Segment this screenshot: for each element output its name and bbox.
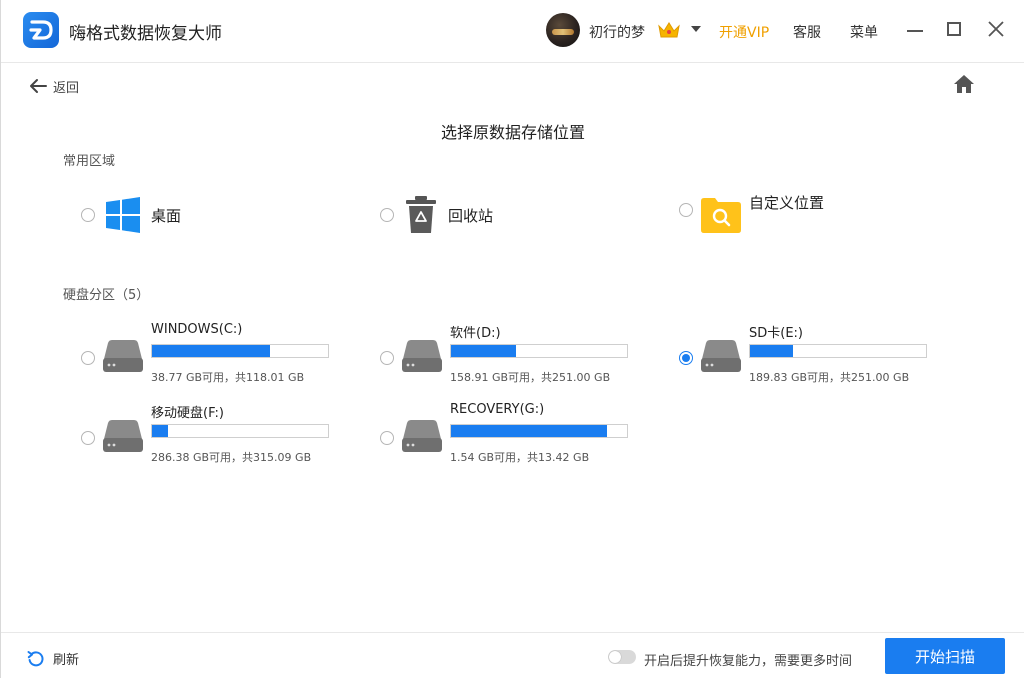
arrow-left-icon xyxy=(30,79,47,93)
drive-usage-fill xyxy=(152,345,271,357)
menu-link[interactable]: 菜单 xyxy=(850,22,878,42)
drive-radio[interactable] xyxy=(380,351,394,365)
drive-radio[interactable] xyxy=(380,431,394,445)
app-title: 嗨格式数据恢复大师 xyxy=(69,24,222,44)
drive-usage-fill xyxy=(451,425,607,437)
drives-section-label: 硬盘分区（5） xyxy=(63,288,150,303)
drive-name: RECOVERY(G:) xyxy=(450,402,545,417)
drive-usage-bar xyxy=(450,344,628,358)
hard-drive-icon xyxy=(701,340,741,372)
drive-capacity: 286.38 GB可用，共315.09 GB xyxy=(151,451,312,464)
drive-item[interactable]: 软件(D:) 158.91 GB可用，共251.00 GB xyxy=(380,322,640,384)
chevron-down-icon[interactable] xyxy=(691,26,701,32)
drive-name: SD卡(E:) xyxy=(749,326,803,341)
toggle-label: 开启后提升恢复能力，需要更多时间 xyxy=(644,654,853,669)
drive-usage-bar xyxy=(151,424,329,438)
close-icon[interactable] xyxy=(987,20,1005,38)
drive-usage-fill xyxy=(152,425,169,437)
location-desktop[interactable]: 桌面 xyxy=(81,195,181,235)
crown-icon xyxy=(658,22,680,38)
service-link[interactable]: 客服 xyxy=(793,22,821,42)
location-label: 桌面 xyxy=(151,206,182,225)
hard-drive-icon xyxy=(103,340,143,372)
radio-recycle-bin[interactable] xyxy=(380,208,394,222)
drive-name: 移动硬盘(F:) xyxy=(151,406,224,421)
windows-icon xyxy=(106,197,140,233)
drive-item[interactable]: WINDOWS(C:) 38.77 GB可用，共118.01 GB xyxy=(81,322,341,384)
title-bar: 嗨格式数据恢复大师 初行的梦 开通VIP 客服 菜单 xyxy=(1,0,1024,63)
location-label: 自定义位置 xyxy=(749,193,825,212)
vip-link[interactable]: 开通VIP xyxy=(719,22,769,42)
drive-name: 软件(D:) xyxy=(450,326,501,341)
minimize-icon[interactable] xyxy=(907,30,923,32)
drive-capacity: 158.91 GB可用，共251.00 GB xyxy=(450,371,611,384)
recycle-bin-icon xyxy=(406,196,436,233)
drive-name: WINDOWS(C:) xyxy=(151,322,243,337)
back-button[interactable]: 返回 xyxy=(29,76,79,96)
folder-search-icon xyxy=(701,198,741,233)
common-section-label: 常用区域 xyxy=(63,154,116,169)
page-title: 选择原数据存储位置 xyxy=(440,123,585,142)
drive-radio[interactable] xyxy=(81,351,95,365)
app-window: 嗨格式数据恢复大师 初行的梦 开通VIP 客服 菜单 返回 选择原数据存储位置 … xyxy=(0,0,1024,679)
start-scan-button[interactable]: 开始扫描 xyxy=(885,638,1005,674)
drive-usage-bar xyxy=(749,344,927,358)
drive-capacity: 1.54 GB可用，共13.42 GB xyxy=(450,451,590,464)
refresh-icon xyxy=(27,650,44,666)
hard-drive-icon xyxy=(402,340,442,372)
refresh-label: 刷新 xyxy=(53,653,80,668)
drive-item[interactable]: RECOVERY(G:) 1.54 GB可用，共13.42 GB xyxy=(380,402,640,464)
avatar[interactable] xyxy=(546,13,580,47)
bottom-bar: 刷新 开启后提升恢复能力，需要更多时间 开始扫描 xyxy=(1,632,1024,679)
refresh-button[interactable]: 刷新 xyxy=(27,649,79,668)
drive-usage-bar xyxy=(450,424,628,438)
app-logo-icon xyxy=(23,12,59,48)
drive-capacity: 189.83 GB可用，共251.00 GB xyxy=(749,371,910,384)
back-label: 返回 xyxy=(53,80,80,96)
drive-item[interactable]: SD卡(E:) 189.83 GB可用，共251.00 GB xyxy=(679,322,939,384)
location-custom[interactable]: 自定义位置 xyxy=(679,190,825,233)
hard-drive-icon xyxy=(402,420,442,452)
hard-drive-icon xyxy=(103,420,143,452)
drive-item[interactable]: 移动硬盘(F:) 286.38 GB可用，共315.09 GB xyxy=(81,402,341,464)
drive-capacity: 38.77 GB可用，共118.01 GB xyxy=(151,371,305,384)
username[interactable]: 初行的梦 xyxy=(589,22,645,42)
drive-usage-bar xyxy=(151,344,329,358)
drive-usage-fill xyxy=(451,345,516,357)
maximize-icon[interactable] xyxy=(947,22,961,36)
drive-radio[interactable] xyxy=(679,351,693,365)
drive-radio[interactable] xyxy=(81,431,95,445)
drive-usage-fill xyxy=(750,345,793,357)
enhance-toggle[interactable] xyxy=(608,650,636,664)
radio-custom[interactable] xyxy=(679,203,693,217)
home-icon[interactable] xyxy=(953,74,975,94)
location-label: 回收站 xyxy=(448,206,494,225)
location-recycle-bin[interactable]: 回收站 xyxy=(380,195,493,235)
radio-desktop[interactable] xyxy=(81,208,95,222)
